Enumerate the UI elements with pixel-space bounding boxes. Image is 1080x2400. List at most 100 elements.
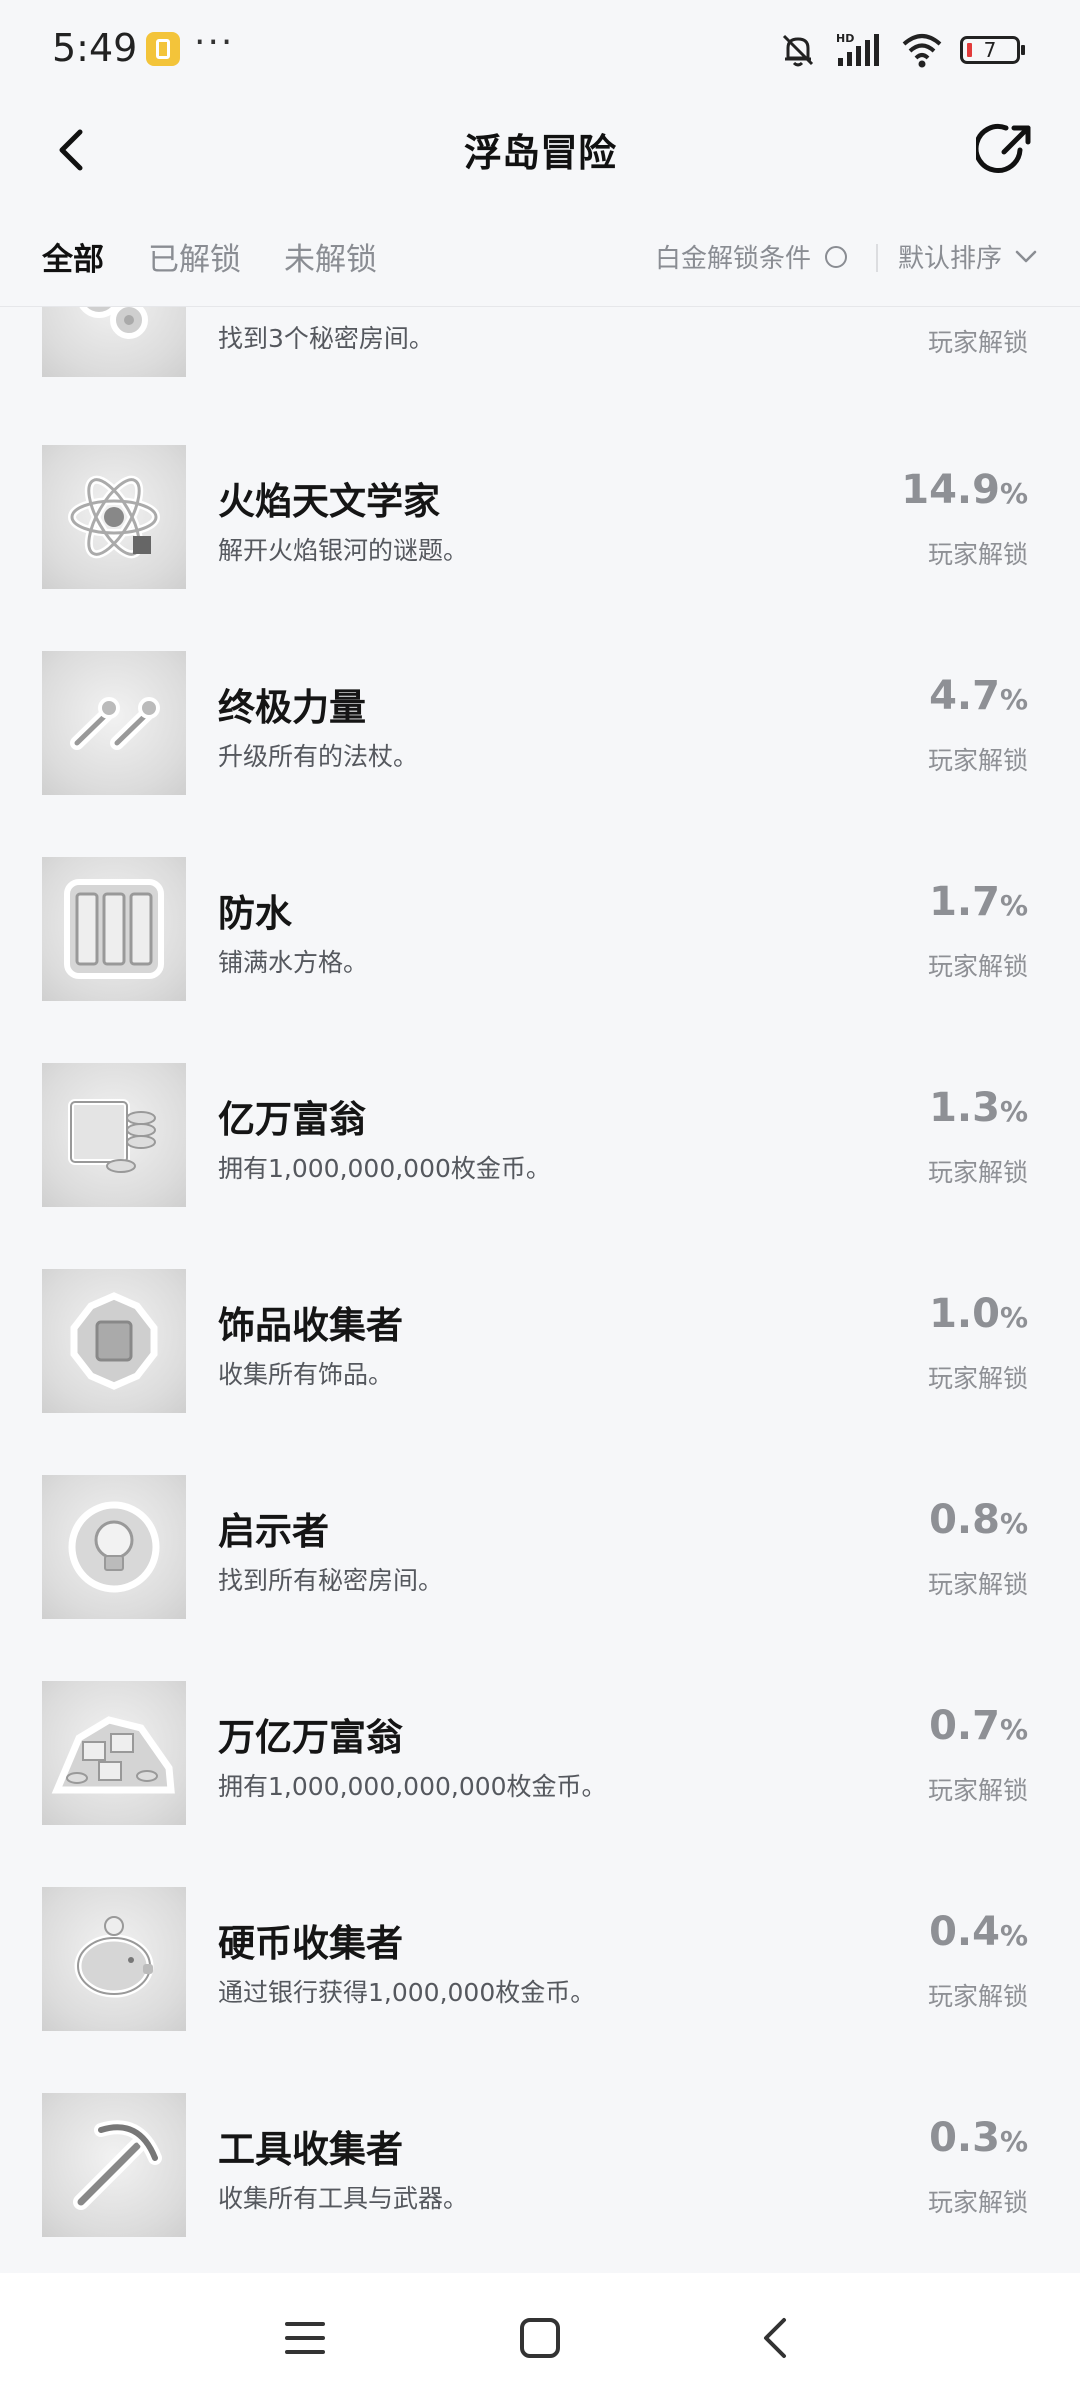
- achievement-thumbnail: [42, 1887, 186, 2031]
- water-tiles-icon: [64, 879, 164, 979]
- achievement-list[interactable]: 找到3个秘密房间。 玩家解锁 火焰天文学家 解开火焰银河的谜题。 14.9% 玩…: [0, 307, 1080, 2273]
- unlock-label: 玩家解锁: [927, 746, 1028, 775]
- unlock-label: 玩家解锁: [927, 952, 1028, 981]
- achievement-desc: 解开火焰银河的谜题。: [218, 536, 469, 565]
- gears-icon: [79, 307, 148, 339]
- chevron-left-icon: [764, 2318, 786, 2358]
- battery-level: 7: [983, 38, 997, 62]
- divider: [876, 244, 878, 272]
- nav-bar: 浮岛冒险: [0, 100, 1080, 200]
- unlock-percentage: 1.7%: [929, 879, 1028, 925]
- achievement-thumbnail: [42, 2093, 186, 2237]
- unlock-percentage: 14.9%: [901, 467, 1028, 513]
- unlock-label: 玩家解锁: [927, 540, 1028, 569]
- lightbulb-icon: [68, 1501, 160, 1593]
- achievement-thumbnail: [42, 1269, 186, 1413]
- achievement-desc: 找到所有秘密房间。: [218, 1566, 444, 1595]
- chevron-down-icon: [1015, 250, 1037, 262]
- cellular-signal-icon: HD: [836, 32, 879, 66]
- list-item[interactable]: 万亿万富翁 拥有1,000,000,000,000枚金币。 0.7% 玩家解锁: [0, 1681, 1080, 1887]
- unlock-label: 玩家解锁: [927, 2188, 1028, 2217]
- system-nav-bar: [0, 2273, 1080, 2400]
- unlock-percentage: 1.0%: [929, 1291, 1028, 1337]
- unlock-percentage: 1.3%: [929, 1085, 1028, 1131]
- achievement-desc: 收集所有工具与武器。: [218, 2184, 469, 2213]
- unlock-percentage: 0.8%: [929, 1497, 1028, 1543]
- list-item[interactable]: 启示者 找到所有秘密房间。 0.8% 玩家解锁: [0, 1475, 1080, 1681]
- status-time: 5:49: [52, 26, 138, 70]
- list-item[interactable]: 亿万富翁 拥有1,000,000,000枚金币。 1.3% 玩家解锁: [0, 1063, 1080, 1269]
- staves-icon: [70, 697, 160, 750]
- unlock-percentage: 4.7%: [929, 673, 1028, 719]
- tab-unlocked[interactable]: 已解锁: [148, 234, 241, 279]
- list-item[interactable]: 终极力量 升级所有的法杖。 4.7% 玩家解锁: [0, 651, 1080, 857]
- achievement-title: 硬币收集者: [218, 1922, 403, 1965]
- status-icons: HD 7: [778, 28, 1025, 72]
- coin-pile-icon: [51, 1716, 175, 1794]
- status-bar: 5:49 ··· HD 7: [0, 0, 1080, 100]
- platinum-condition-toggle[interactable]: 白金解锁条件: [655, 238, 848, 275]
- achievement-thumbnail: [42, 307, 186, 377]
- platinum-condition-label: 白金解锁条件: [655, 244, 812, 274]
- achievement-title: 饰品收集者: [218, 1304, 403, 1347]
- achievement-thumbnail: [42, 857, 186, 1001]
- page-title: 浮岛冒险: [463, 131, 616, 175]
- menu-icon: [285, 2322, 325, 2354]
- unlock-label: 玩家解锁: [927, 1776, 1028, 1805]
- achievement-thumbnail: [42, 445, 186, 589]
- more-notifications-icon: ···: [194, 22, 235, 63]
- square-icon: [520, 2318, 560, 2358]
- trinket-icon: [70, 1292, 158, 1390]
- unlock-label: 玩家解锁: [927, 1158, 1028, 1187]
- unlock-label: 玩家解锁: [927, 1364, 1028, 1393]
- achievement-title: 防水: [218, 892, 292, 935]
- achievement-title: 火焰天文学家: [218, 480, 440, 523]
- atom-icon: [68, 475, 160, 559]
- home-button[interactable]: [505, 2303, 575, 2373]
- unlock-percentage: 0.3%: [929, 2115, 1028, 2161]
- radio-icon: [825, 245, 848, 268]
- system-back-button[interactable]: [740, 2303, 810, 2373]
- achievement-desc: 拥有1,000,000,000枚金币。: [218, 1154, 551, 1183]
- achievement-title: 工具收集者: [218, 2128, 403, 2171]
- achievement-desc: 找到3个秘密房间。: [218, 324, 434, 353]
- piggy-bank-icon: [74, 1916, 154, 1998]
- pickaxe-icon: [73, 2120, 162, 2210]
- achievement-title: 启示者: [218, 1510, 329, 1553]
- unlock-percentage: 0.7%: [929, 1703, 1028, 1749]
- tab-all[interactable]: 全部: [42, 234, 104, 279]
- achievement-title: 万亿万富翁: [218, 1716, 403, 1759]
- share-button[interactable]: [970, 114, 1042, 186]
- achievement-desc: 拥有1,000,000,000,000枚金币。: [218, 1772, 607, 1801]
- recent-apps-button[interactable]: [270, 2303, 340, 2373]
- achievement-desc: 通过银行获得1,000,000枚金币。: [218, 1978, 596, 2007]
- achievement-title: 亿万富翁: [218, 1098, 366, 1141]
- achievement-desc: 收集所有饰品。: [218, 1360, 394, 1389]
- tab-locked[interactable]: 未解锁: [284, 234, 377, 279]
- notification-app-icon: [146, 32, 180, 66]
- list-item[interactable]: 饰品收集者 收集所有饰品。 1.0% 玩家解锁: [0, 1269, 1080, 1475]
- sort-label: 默认排序: [898, 244, 1003, 274]
- list-item[interactable]: 工具收集者 收集所有工具与武器。 0.3% 玩家解锁: [0, 2093, 1080, 2273]
- achievement-thumbnail: [42, 651, 186, 795]
- list-item[interactable]: 找到3个秘密房间。 玩家解锁: [0, 307, 1080, 439]
- list-item[interactable]: 火焰天文学家 解开火焰银河的谜题。 14.9% 玩家解锁: [0, 445, 1080, 651]
- achievement-thumbnail: [42, 1475, 186, 1619]
- battery-icon: 7: [960, 36, 1025, 64]
- filter-bar: 全部 已解锁 未解锁 白金解锁条件 默认排序: [0, 220, 1080, 307]
- wifi-icon: [902, 34, 942, 68]
- achievement-title: 终极力量: [218, 686, 366, 729]
- achievement-thumbnail: [42, 1063, 186, 1207]
- unlock-percentage: 0.4%: [929, 1909, 1028, 1955]
- unlock-label: 玩家解锁: [927, 1982, 1028, 2011]
- achievement-desc: 铺满水方格。: [218, 948, 369, 977]
- share-icon: [976, 124, 1031, 173]
- sort-dropdown[interactable]: 默认排序: [898, 238, 1038, 275]
- achievement-thumbnail: [42, 1681, 186, 1825]
- coin-stack-icon: [68, 1099, 156, 1173]
- list-item[interactable]: 防水 铺满水方格。 1.7% 玩家解锁: [0, 857, 1080, 1063]
- achievement-desc: 升级所有的法杖。: [218, 742, 419, 771]
- unlock-label: 玩家解锁: [927, 328, 1028, 357]
- list-item[interactable]: 硬币收集者 通过银行获得1,000,000枚金币。 0.4% 玩家解锁: [0, 1887, 1080, 2093]
- unlock-label: 玩家解锁: [927, 1570, 1028, 1599]
